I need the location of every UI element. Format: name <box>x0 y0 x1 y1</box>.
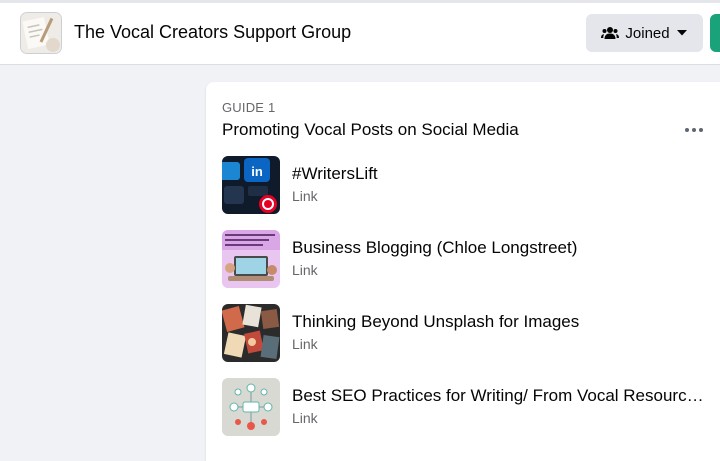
guide-item-business-blogging[interactable]: Business Blogging (Chloe Longstreet) Lin… <box>222 230 712 288</box>
guide-item-title: Business Blogging (Chloe Longstreet) <box>292 238 578 257</box>
guide-item-subtitle: Link <box>292 262 318 278</box>
people-icon <box>601 27 620 39</box>
guide-title[interactable]: Promoting Vocal Posts on Social Media <box>222 120 519 140</box>
photo-collage-icon <box>222 304 280 362</box>
invite-button[interactable] <box>710 14 720 52</box>
guide-card: GUIDE 1 Promoting Vocal Posts on Social … <box>206 82 720 461</box>
guide-item-title: Thinking Beyond Unsplash for Images <box>292 312 580 331</box>
guide-item-subtitle: Link <box>292 410 318 426</box>
group-cover-image <box>21 13 61 53</box>
guide-item-writerslift[interactable]: in #WritersLift Link <box>222 156 712 214</box>
joined-button[interactable]: Joined <box>586 14 703 52</box>
joined-label: Joined <box>625 24 670 42</box>
group-avatar[interactable] <box>20 12 62 54</box>
guide-item-title: #WritersLift <box>292 164 378 183</box>
group-header: The Vocal Creators Support Group Joined <box>0 0 720 65</box>
social-apps-icon: in <box>222 156 280 214</box>
caret-down-icon <box>676 30 687 36</box>
svg-text:in: in <box>251 164 263 179</box>
blogging-laptop-icon <box>222 230 280 288</box>
guide-item-title: Best SEO Practices for Writing/ From Voc… <box>292 386 704 405</box>
more-dots-icon <box>685 128 703 132</box>
seo-diagram-icon <box>222 378 280 436</box>
guide-number-label: GUIDE 1 <box>222 100 276 115</box>
guide-item-subtitle: Link <box>292 336 318 352</box>
guide-item-beyond-unsplash[interactable]: Thinking Beyond Unsplash for Images Link <box>222 304 712 362</box>
guide-item-seo-practices[interactable]: Best SEO Practices for Writing/ From Voc… <box>222 378 712 436</box>
guide-item-subtitle: Link <box>292 188 318 204</box>
more-options-button[interactable] <box>682 118 706 142</box>
group-title[interactable]: The Vocal Creators Support Group <box>74 22 351 43</box>
